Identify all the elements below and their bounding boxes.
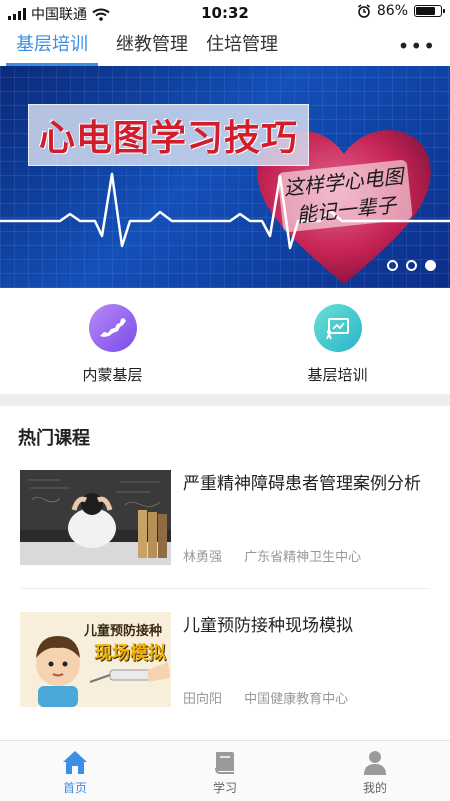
nav-profile[interactable]: 我的 <box>300 741 450 801</box>
carousel-dot[interactable] <box>406 260 417 271</box>
more-button[interactable]: ••• <box>398 34 436 58</box>
bottom-nav: 首页 学习 我的 <box>0 740 450 801</box>
tab-basic-training[interactable]: 基层培训 <box>6 26 98 66</box>
nav-label: 首页 <box>62 781 87 795</box>
course-author: 田向阳 <box>183 692 223 707</box>
course-org: 广东省精神卫生中心 <box>244 550 362 565</box>
thumb-caption-1: 儿童预防接种 <box>84 624 163 639</box>
nav-label: 我的 <box>362 781 387 795</box>
tab-continuing-education[interactable]: 继教管理 <box>116 26 188 66</box>
banner-title: 心电图学习技巧 <box>39 118 299 159</box>
quick-link-inner-mongolia[interactable]: 内蒙基层 <box>0 288 225 394</box>
battery-icon <box>414 5 445 17</box>
presentation-board-icon <box>313 304 362 352</box>
carousel-dot[interactable] <box>387 260 398 271</box>
quick-link-label: 内蒙基层 <box>82 366 143 384</box>
nav-study[interactable]: 学习 <box>150 741 300 801</box>
banner-carousel[interactable]: 心电图学习技巧 这样学心电图 能记一辈子 <box>0 66 450 288</box>
quick-link-label: 基层培训 <box>307 366 368 384</box>
banner-title-box: 心电图学习技巧 <box>28 104 310 166</box>
nav-home[interactable]: 首页 <box>0 741 150 801</box>
carousel-dots <box>387 260 436 271</box>
course-item[interactable]: 严重精神障碍患者管理案例分析 林勇强 广东省精神卫生中心 <box>20 470 430 580</box>
carousel-dot-active[interactable] <box>425 260 436 271</box>
hot-courses-title: 热门课程 <box>18 428 90 449</box>
course-author: 林勇强 <box>183 550 223 565</box>
section-divider <box>0 394 450 406</box>
thumb-caption-2: 现场模拟 <box>94 643 166 664</box>
tab-residency-training[interactable]: 住培管理 <box>206 26 278 66</box>
course-meta: 林勇强 广东省精神卫生中心 <box>183 546 361 565</box>
course-title: 严重精神障碍患者管理案例分析 <box>183 474 421 494</box>
status-right: 86% <box>357 3 445 19</box>
course-divider <box>20 588 430 589</box>
course-title: 儿童预防接种现场模拟 <box>183 616 353 636</box>
user-icon <box>364 751 386 775</box>
quick-links: 内蒙基层 基层培训 <box>0 288 450 394</box>
alarm-icon <box>357 4 370 18</box>
course-meta: 田向阳 中国健康教育中心 <box>183 688 348 707</box>
course-org: 中国健康教育中心 <box>244 692 349 707</box>
quick-link-basic-training[interactable]: 基层培训 <box>225 288 450 394</box>
status-bar: 中国联通 10:32 86% <box>0 0 450 26</box>
nav-label: 学习 <box>212 781 237 795</box>
top-tab-bar: 基层培训 继教管理 住培管理 ••• <box>0 26 450 67</box>
inner-mongolia-map-icon <box>88 304 137 352</box>
course-thumbnail: 儿童预防接种 现场模拟 <box>20 612 171 707</box>
battery-percent: 86% <box>376 3 408 19</box>
home-icon <box>63 751 87 774</box>
course-thumbnail <box>20 470 171 565</box>
book-icon <box>215 752 234 774</box>
course-item[interactable]: 儿童预防接种 现场模拟 儿童预防接种现场模拟 田向阳 中国健康教育中心 <box>20 612 430 722</box>
